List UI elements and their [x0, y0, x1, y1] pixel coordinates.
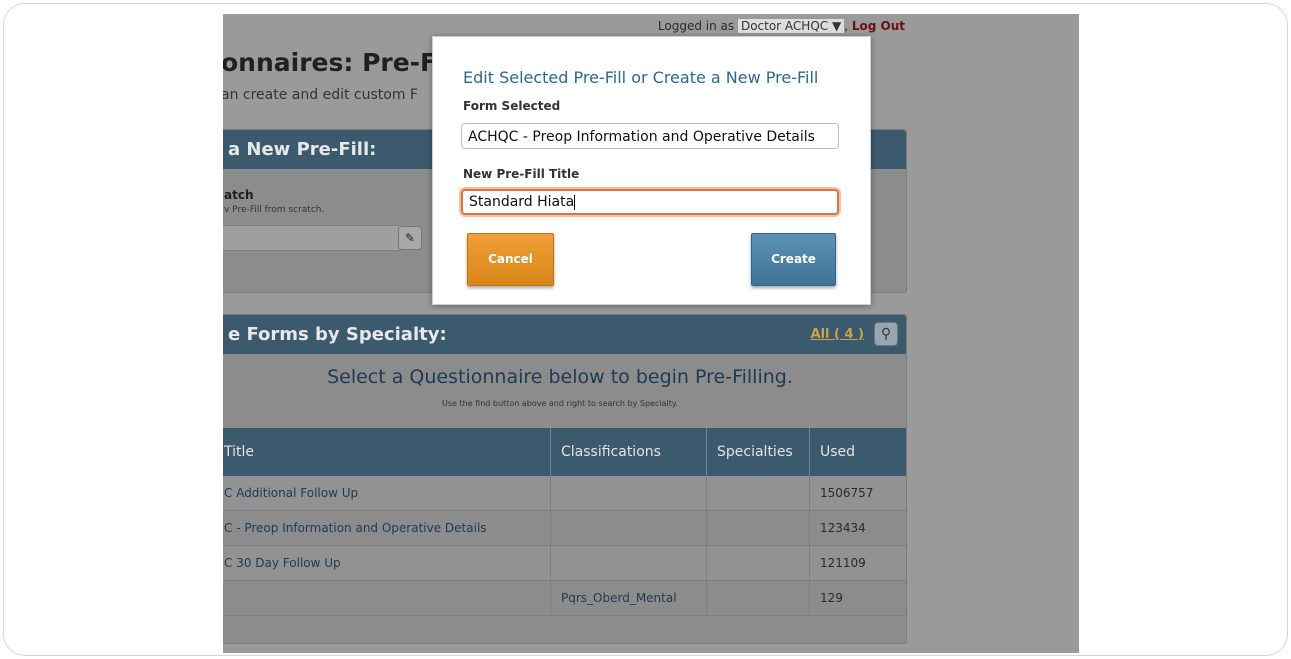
column-header-classifications[interactable]: Classifications: [550, 428, 707, 476]
forms-by-specialty-panel: e Forms by Specialty: All ( 4 ) ⚲ Select…: [223, 314, 907, 644]
row-classification: [550, 545, 707, 581]
column-header-used[interactable]: Used: [809, 428, 906, 476]
all-forms-link[interactable]: All ( 4 ): [811, 327, 864, 342]
dialog-title: Edit Selected Pre-Fill or Create a New P…: [463, 68, 819, 87]
column-header-title[interactable]: Title: [223, 428, 551, 476]
separator: ,: [844, 19, 849, 33]
row-title[interactable]: C Additional Follow Up: [223, 476, 551, 511]
table-row[interactable]: Pqrs_Oberd_Mental 129: [223, 580, 906, 616]
window-frame: Logged in as Doctor ACHQC ▼, Log Out onn…: [3, 3, 1288, 656]
scratch-option-desc: v Pre-Fill from scratch.: [224, 205, 325, 215]
select-questionnaire-message: Select a Questionnaire below to begin Pr…: [327, 366, 793, 388]
row-used: 1506757: [809, 476, 906, 511]
table-row[interactable]: C 30 Day Follow Up 121109: [223, 545, 906, 581]
select-hint: Use the find button above and right to s…: [442, 399, 678, 408]
prefill-dialog: Edit Selected Pre-Fill or Create a New P…: [432, 36, 871, 305]
search-icon[interactable]: ⚲: [874, 322, 898, 346]
row-used: 121109: [809, 545, 906, 581]
form-selected-field[interactable]: ACHQC - Preop Information and Operative …: [461, 123, 839, 149]
row-specialty: [706, 476, 810, 511]
table-row[interactable]: C - Preop Information and Operative Deta…: [223, 510, 906, 546]
table-row[interactable]: C Additional Follow Up 1506757: [223, 476, 906, 511]
row-title[interactable]: [223, 580, 551, 616]
cancel-button[interactable]: Cancel: [467, 233, 554, 286]
row-specialty: [706, 580, 810, 616]
form-selected-label: Form Selected: [463, 99, 561, 113]
row-specialty: [706, 545, 810, 581]
row-title[interactable]: C - Preop Information and Operative Deta…: [223, 510, 551, 546]
row-classification: [550, 510, 707, 546]
row-classification: [550, 476, 707, 511]
column-header-specialties[interactable]: Specialties: [706, 428, 810, 476]
login-status: Logged in as Doctor ACHQC ▼, Log Out: [658, 19, 905, 33]
text-caret: [574, 194, 576, 210]
logout-link[interactable]: Log Out: [852, 19, 905, 33]
row-title[interactable]: C 30 Day Follow Up: [223, 545, 551, 581]
create-button[interactable]: Create: [751, 233, 836, 286]
scratch-option-title: atch: [224, 188, 254, 202]
logged-in-label: Logged in as: [657, 19, 735, 33]
new-title-value: Standard Hiata: [469, 194, 575, 210]
row-specialty: [706, 510, 810, 546]
row-used: 123434: [809, 510, 906, 546]
page-title: onnaires: Pre-Fil: [223, 48, 455, 77]
user-menu[interactable]: Doctor ACHQC ▼: [737, 19, 845, 33]
row-classification: Pqrs_Oberd_Mental: [550, 580, 707, 616]
pencil-icon[interactable]: ✎: [398, 226, 422, 250]
new-title-input[interactable]: Standard Hiata: [461, 189, 839, 215]
new-title-label: New Pre-Fill Title: [463, 167, 580, 181]
scratch-title-input[interactable]: [223, 225, 402, 251]
page-subtitle: an create and edit custom F: [223, 87, 418, 103]
row-used: 129: [809, 580, 906, 616]
forms-table: Title Classifications Specialties Used C…: [223, 428, 906, 616]
table-header-row: Title Classifications Specialties Used: [223, 428, 906, 476]
forms-panel-header: e Forms by Specialty:: [223, 315, 906, 354]
